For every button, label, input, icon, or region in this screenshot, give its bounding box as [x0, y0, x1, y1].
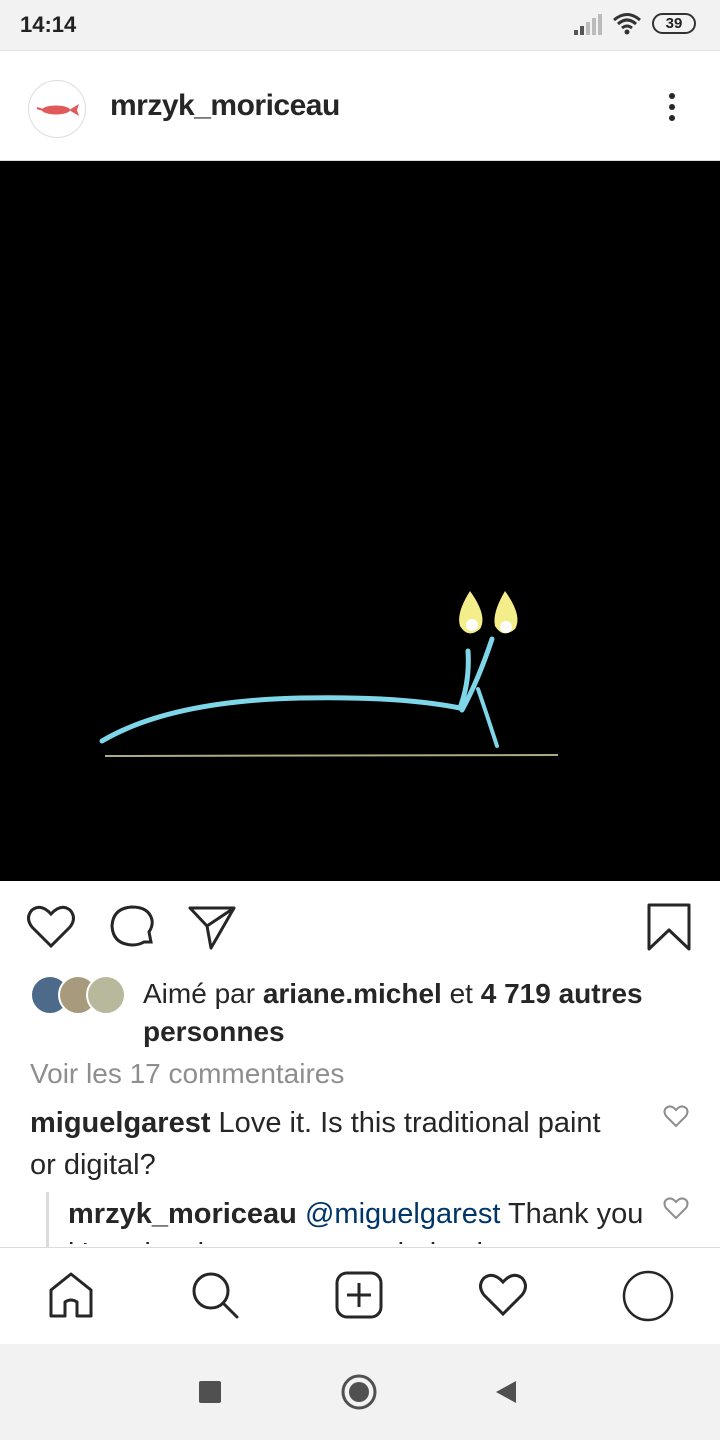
activity-heart-icon[interactable] — [478, 1270, 528, 1320]
reply-mention[interactable]: @miguelgarest — [305, 1198, 500, 1230]
post-image[interactable] — [0, 161, 720, 881]
view-comments-link[interactable]: Voir les 17 commentaires — [30, 1058, 344, 1090]
first-liker-username[interactable]: ariane.michel — [263, 978, 442, 1009]
likes-summary[interactable]: Aimé par ariane.michel et 4 719 autres p… — [143, 975, 703, 1051]
reply-like-heart-icon[interactable] — [663, 1196, 689, 1220]
profile-avatar[interactable] — [28, 80, 86, 138]
battery-indicator: 39 — [652, 13, 696, 34]
likes-prefix: Aimé par — [143, 978, 263, 1009]
post-header — [0, 51, 720, 161]
reply-thread-line — [46, 1192, 49, 1248]
home-button-icon[interactable] — [340, 1373, 378, 1411]
post-username[interactable]: mrzyk_moriceau — [110, 89, 340, 123]
signal-icon — [574, 14, 602, 35]
search-icon[interactable] — [190, 1270, 240, 1320]
slug-illustration — [99, 591, 559, 757]
like-heart-icon[interactable] — [26, 902, 76, 952]
comment-reply: mrzyk_moriceau @miguelgarest Thank you i… — [68, 1194, 648, 1244]
reply-username[interactable]: mrzyk_moriceau — [68, 1198, 297, 1230]
back-button-icon[interactable] — [494, 1379, 518, 1405]
bookmark-icon[interactable] — [644, 902, 694, 952]
wifi-icon — [613, 13, 641, 35]
liker-avatar — [86, 975, 126, 1015]
likes-conjunction: et — [441, 978, 481, 1009]
profile-icon[interactable] — [622, 1270, 674, 1322]
home-icon[interactable] — [46, 1270, 96, 1320]
comment-username[interactable]: miguelgarest — [30, 1107, 211, 1139]
status-time: 14:14 — [20, 12, 77, 37]
more-options-icon[interactable] — [660, 90, 684, 130]
comment: miguelgarest Love it. Is this traditiona… — [30, 1102, 630, 1186]
comment-bubble-icon[interactable] — [107, 902, 157, 952]
share-send-icon[interactable] — [187, 902, 237, 952]
comment-like-heart-icon[interactable] — [663, 1104, 689, 1128]
liker-avatars[interactable] — [30, 975, 130, 1015]
recent-apps-icon[interactable] — [198, 1380, 222, 1404]
fish-logo-icon — [36, 104, 79, 116]
new-post-icon[interactable] — [334, 1270, 384, 1320]
